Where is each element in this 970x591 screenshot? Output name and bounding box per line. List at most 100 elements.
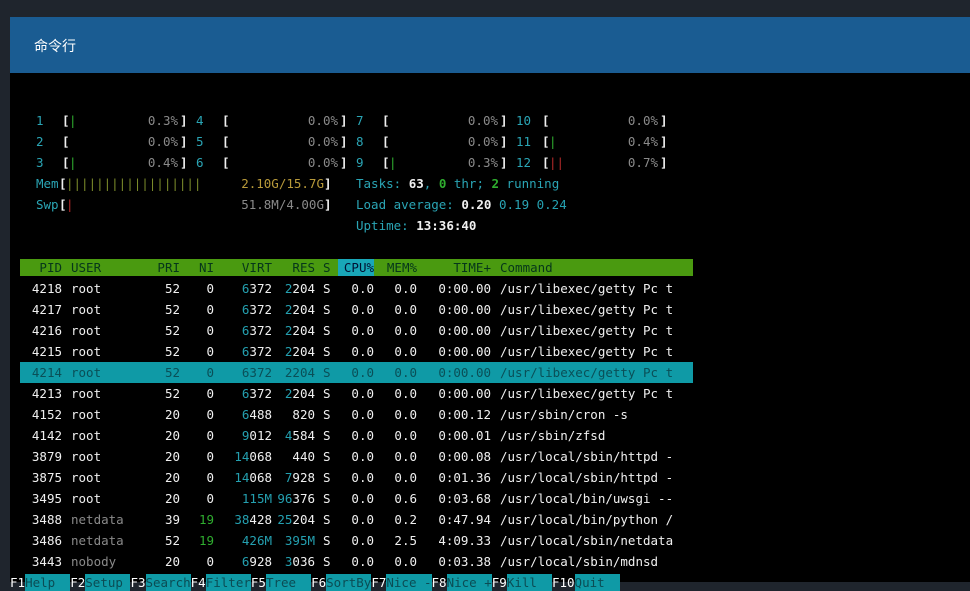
uptime-line: Uptime: 13:36:40 — [20, 215, 693, 236]
pri-cell: 52 — [164, 281, 180, 296]
res-low: 204 — [292, 512, 315, 527]
user-cell: root — [71, 386, 102, 401]
table-row[interactable]: 4217 root 52 0 6372 2204 S 0.0 0.0 0:00.00/usr/li… — [20, 299, 693, 320]
state-cell: S — [323, 491, 331, 506]
virt-low: 068 — [249, 470, 272, 485]
virt-low: 428 — [249, 512, 272, 527]
table-row[interactable]: 3875 root 20 0 14068 7928 S 0.0 0.0 0:01.36/usr/l… — [20, 467, 693, 488]
pid-cell: 4217 — [31, 302, 62, 317]
user-cell: root — [71, 470, 102, 485]
mem-cell: 2.5 — [394, 533, 417, 548]
command-cell: /usr/libexec/getty Pc t — [500, 365, 674, 380]
pri-cell: 52 — [164, 302, 180, 317]
memory-meter: Mem[|||||||||||||||||| 2.10G/15.7G] Tasks:… — [20, 173, 693, 194]
pid-cell: 3486 — [31, 533, 62, 548]
function-key-f8[interactable]: F8Nice + — [431, 574, 492, 591]
function-key-f9[interactable]: F9Kill — [492, 574, 552, 591]
virt-low: 012 — [249, 428, 272, 443]
uptime-value: 13:36:40 — [416, 218, 477, 233]
res-cell: 2204 — [272, 362, 315, 383]
pid-cell: 4216 — [31, 323, 62, 338]
function-key-f5[interactable]: F5Tree — [251, 574, 312, 591]
res-low: 204 — [292, 302, 315, 317]
table-row[interactable]: 4152 root 20 0 6488 820 S 0.0 0.0 0:00.12/usr/sbi… — [20, 404, 693, 425]
function-key-f2[interactable]: F2Setup — [70, 574, 131, 591]
cpu-cell: 0.0 — [351, 554, 374, 569]
virt-low: 372 — [249, 323, 272, 338]
fkey-label: Filter — [205, 574, 251, 591]
user-cell: root — [71, 491, 102, 506]
res-cell: 820 — [272, 404, 315, 425]
virt-low: 372 — [249, 365, 272, 380]
function-key-f10[interactable]: F10Quit — [552, 574, 620, 591]
table-row[interactable]: 3488 netdata 39 19 38428 25204 S 0.0 0.2 0:47.94/… — [20, 509, 693, 530]
ni-cell: 0 — [206, 323, 214, 338]
column-header-virt[interactable]: VIRT — [214, 259, 272, 276]
table-row[interactable]: 3879 root 20 0 14068 440 S 0.0 0.0 0:00.08/usr/lo… — [20, 446, 693, 467]
fkey-label: Kill — [506, 574, 552, 591]
state-cell: S — [323, 449, 331, 464]
meter-bracket: ] — [660, 155, 668, 170]
mem-cell: 0.0 — [394, 302, 417, 317]
command-cell: /usr/local/sbin/mdnsd — [500, 554, 659, 569]
res-low: 036 — [292, 554, 315, 569]
column-header-s[interactable]: S — [323, 259, 331, 276]
function-key-f6[interactable]: F6SortBy — [311, 574, 372, 591]
user-cell: root — [71, 323, 102, 338]
column-header-mem[interactable]: MEM% — [375, 259, 417, 276]
state-cell: S — [323, 512, 331, 527]
swp-value: 51.8M/4.00G — [241, 197, 324, 212]
ni-cell: 0 — [206, 428, 214, 443]
cpu-number: 4 — [196, 113, 204, 128]
column-header-res[interactable]: RES — [272, 259, 315, 276]
column-header-user[interactable]: USER — [71, 259, 101, 276]
function-key-f4[interactable]: F4Filter — [191, 574, 251, 591]
pid-cell: 4142 — [31, 428, 62, 443]
table-row-selected[interactable]: 4214 root 52 0 6372 2204 S 0.0 0.0 0:00.00/usr/li… — [20, 362, 693, 383]
column-header-ni[interactable]: NI — [180, 259, 214, 276]
swap-meter: Swp[| 51.8M/4.00G] Load average: 0.20 0.19… — [20, 194, 693, 215]
column-header-cpu[interactable]: CPU% — [338, 259, 374, 276]
meter-bracket: ] — [660, 113, 668, 128]
user-cell: root — [71, 365, 102, 380]
function-key-f7[interactable]: F7Nice - — [371, 574, 432, 591]
ni-cell: 0 — [206, 407, 214, 422]
load-average: Load average: 0.20 0.19 0.24 — [356, 194, 567, 215]
table-row[interactable]: 4215 root 52 0 6372 2204 S 0.0 0.0 0:00.00/usr/li… — [20, 341, 693, 362]
table-row[interactable]: 4216 root 52 0 6372 2204 S 0.0 0.0 0:00.00/usr/li… — [20, 320, 693, 341]
swp-label: Swp — [36, 197, 59, 212]
fkey-code: F6 — [311, 575, 327, 590]
fkey-code: F8 — [431, 575, 447, 590]
virt-cell: 115M — [214, 488, 272, 509]
table-row[interactable]: 3495 root 20 0 115M 96376 S 0.0 0.6 0:03.68/usr/l… — [20, 488, 693, 509]
ni-cell: 0 — [206, 491, 214, 506]
cpu-number: 10 — [516, 113, 532, 128]
column-header-time[interactable]: TIME+ — [418, 259, 491, 276]
table-row[interactable]: 3486 netdata 52 19 426M 395M S 0.0 2.5 4:09.33/us… — [20, 530, 693, 551]
meter-bracket: ] — [500, 134, 508, 149]
mem-usage-bar: |||||||||||||||||| — [66, 176, 202, 191]
fkey-label: Setup — [85, 574, 131, 591]
table-row[interactable]: 4142 root 20 0 9012 4584 S 0.0 0.0 0:00.01/usr/sb… — [20, 425, 693, 446]
state-cell: S — [323, 554, 331, 569]
table-row[interactable]: 4213 root 52 0 6372 2204 S 0.0 0.0 0:00.00/usr/li… — [20, 383, 693, 404]
command-cell: /usr/libexec/getty Pc t — [500, 281, 674, 296]
res-cell: 7928 — [272, 467, 315, 488]
table-row[interactable]: 4218 root 52 0 6372 2204 S 0.0 0.0 0:00.00/usr/li… — [20, 278, 693, 299]
pri-cell: 20 — [164, 470, 180, 485]
ni-cell: 0 — [206, 281, 214, 296]
table-row[interactable]: 3443 nobody 20 0 6928 3036 S 0.0 0.0 0:03.38/usr/… — [20, 551, 693, 572]
function-key-f1[interactable]: F1Help — [10, 574, 71, 591]
pid-cell: 4218 — [31, 281, 62, 296]
cpu-cell: 0.0 — [351, 386, 374, 401]
function-key-f3[interactable]: F3Search — [130, 574, 191, 591]
state-cell: S — [323, 344, 331, 359]
column-header-cmd[interactable]: Command — [500, 259, 553, 276]
mem-cell: 0.0 — [394, 554, 417, 569]
pri-cell: 20 — [164, 428, 180, 443]
virt-cell: 6928 — [214, 551, 272, 572]
load-15min: 0.24 — [529, 197, 567, 212]
column-header-pid[interactable]: PID — [20, 259, 62, 276]
column-header-pri[interactable]: PRI — [140, 259, 180, 276]
pri-cell: 52 — [164, 323, 180, 338]
